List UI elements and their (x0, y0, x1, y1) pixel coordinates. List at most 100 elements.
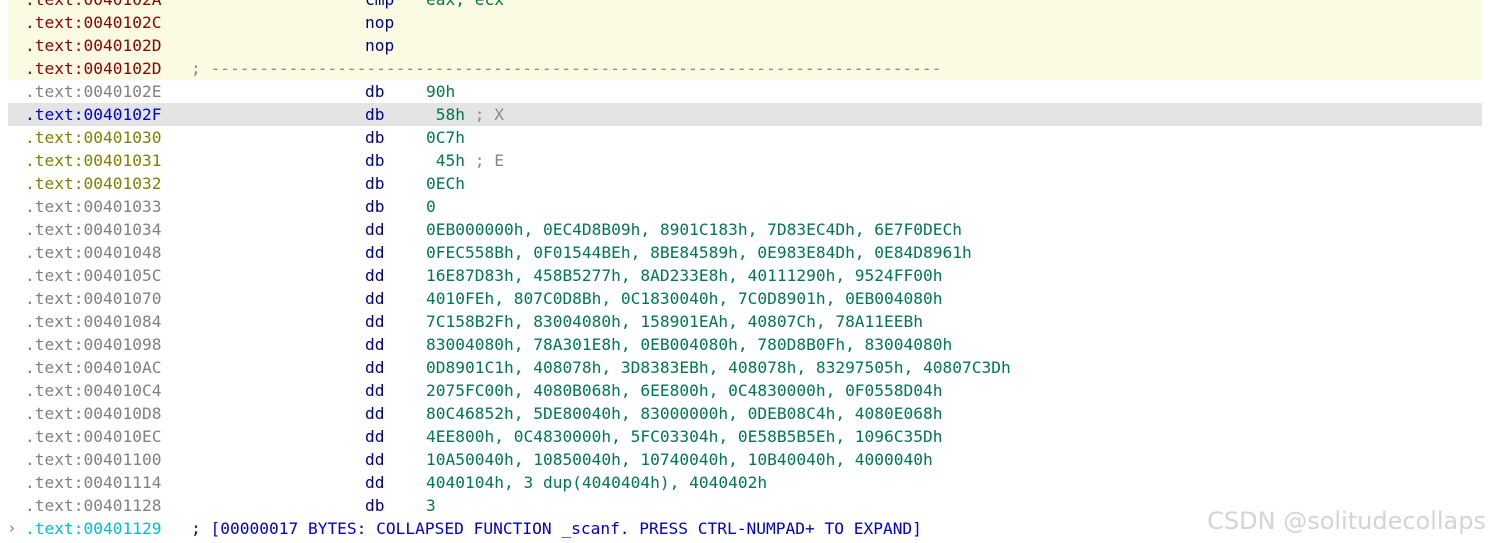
operands[interactable]: 4040104h, 3 dup(4040404h), 4040402h (426, 471, 767, 494)
line-address[interactable]: .text:004010C4 (25, 379, 161, 402)
line-address[interactable]: .text:00401030 (25, 126, 161, 149)
disassembly-view[interactable]: .text:0040102A cmp eax, ecx .text:0040102C n… (0, 0, 1490, 543)
mnemonic[interactable]: db (365, 494, 385, 517)
line-address[interactable]: .text:00401098 (25, 333, 161, 356)
line-address[interactable]: .text:0040102D (25, 57, 161, 80)
operand-value[interactable]: 80C46852h, 5DE80040h, 83000000h, 0DEB08C… (426, 404, 943, 423)
operands[interactable]: 3 (426, 494, 436, 517)
operands[interactable]: 4010FEh, 807C0D8Bh, 0C1830040h, 7C0D8901… (426, 287, 943, 310)
mnemonic[interactable]: db (365, 126, 385, 149)
mnemonic[interactable]: dd (365, 448, 385, 471)
disasm-line[interactable]: .text:0040105C dd 16E87D83h, 458B5277h, 8A… (8, 264, 1482, 287)
line-address[interactable]: .text:00401048 (25, 241, 161, 264)
mnemonic[interactable]: cmp (365, 0, 394, 11)
line-address[interactable]: .text:004010EC (25, 425, 161, 448)
line-address[interactable]: .text:0040105C (25, 264, 161, 287)
mnemonic[interactable]: dd (365, 333, 385, 356)
mnemonic[interactable]: dd (365, 218, 385, 241)
line-address[interactable]: .text:0040102D (25, 34, 161, 57)
disasm-line[interactable]: .text:00401114 dd 4040104h, 3 dup(4040404h… (8, 471, 1482, 494)
disasm-line[interactable]: .text:0040102F db 58h ; X (8, 103, 1482, 126)
disasm-line[interactable]: .text:0040102C nop (8, 11, 1482, 34)
operand-value[interactable]: 58h (426, 105, 465, 124)
mnemonic[interactable]: dd (365, 425, 385, 448)
operands[interactable]: 0ECh (426, 172, 465, 195)
line-address[interactable]: .text:004010AC (25, 356, 161, 379)
disasm-line[interactable]: .text:00401032 db 0ECh (8, 172, 1482, 195)
operand-value[interactable]: 0D8901C1h, 408078h, 3D8383EBh, 408078h, … (426, 358, 1011, 377)
operands[interactable]: eax, ecx (426, 0, 504, 11)
operands[interactable]: 90h (426, 80, 455, 103)
operand-value[interactable]: 2075FC00h, 4080B068h, 6EE800h, 0C4830000… (426, 381, 943, 400)
mnemonic[interactable]: dd (365, 356, 385, 379)
disasm-line[interactable]: .text:004010C4 dd 2075FC00h, 4080B068h, 6E… (8, 379, 1482, 402)
mnemonic[interactable]: dd (365, 402, 385, 425)
mnemonic[interactable]: dd (365, 264, 385, 287)
line-address[interactable]: .text:00401129 (25, 517, 161, 540)
disasm-line[interactable]: .text:00401048 dd 0FEC558Bh, 0F01544BEh, 8… (8, 241, 1482, 264)
disasm-line[interactable]: .text:00401030 db 0C7h (8, 126, 1482, 149)
line-address[interactable]: .text:004010D8 (25, 402, 161, 425)
disasm-line[interactable]: .text:004010AC dd 0D8901C1h, 408078h, 3D83… (8, 356, 1482, 379)
operands[interactable]: 80C46852h, 5DE80040h, 83000000h, 0DEB08C… (426, 402, 943, 425)
line-address[interactable]: .text:00401084 (25, 310, 161, 333)
operand-value[interactable]: 10A50040h, 10850040h, 10740040h, 10B4004… (426, 450, 933, 469)
mnemonic[interactable]: db (365, 80, 385, 103)
operands[interactable]: 0EB000000h, 0EC4D8B09h, 8901C183h, 7D83E… (426, 218, 962, 241)
mnemonic[interactable]: dd (365, 310, 385, 333)
operand-value[interactable]: 4040104h, 3 dup(4040404h), 4040402h (426, 473, 767, 492)
operand-value[interactable]: 0ECh (426, 174, 465, 193)
operands[interactable]: 10A50040h, 10850040h, 10740040h, 10B4004… (426, 448, 933, 471)
mnemonic[interactable]: db (365, 103, 385, 126)
line-address[interactable]: .text:00401032 (25, 172, 161, 195)
operands[interactable]: 0 (426, 195, 436, 218)
expand-arrow-icon[interactable]: › (9, 517, 15, 540)
operands[interactable]: 4EE800h, 0C4830000h, 5FC03304h, 0E58B5B5… (426, 425, 943, 448)
line-address[interactable]: .text:0040102E (25, 80, 161, 103)
mnemonic[interactable]: db (365, 149, 385, 172)
line-address[interactable]: .text:00401128 (25, 494, 161, 517)
operands[interactable]: 0D8901C1h, 408078h, 3D8383EBh, 408078h, … (426, 356, 1011, 379)
operand-value[interactable]: 45h (426, 151, 465, 170)
disasm-line[interactable]: .text:00401084 dd 7C158B2Fh, 83004080h, 15… (8, 310, 1482, 333)
operand-value[interactable]: 90h (426, 82, 455, 101)
line-address[interactable]: .text:0040102A (25, 0, 161, 11)
line-address[interactable]: .text:00401034 (25, 218, 161, 241)
line-address[interactable]: .text:00401114 (25, 471, 161, 494)
disasm-line[interactable]: .text:00401070 dd 4010FEh, 807C0D8Bh, 0C18… (8, 287, 1482, 310)
operands[interactable]: 0C7h (426, 126, 465, 149)
operand-value[interactable]: 0C7h (426, 128, 465, 147)
mnemonic[interactable]: dd (365, 379, 385, 402)
operands[interactable]: 2075FC00h, 4080B068h, 6EE800h, 0C4830000… (426, 379, 943, 402)
operand-value[interactable]: 4EE800h, 0C4830000h, 5FC03304h, 0E58B5B5… (426, 427, 943, 446)
operands[interactable]: 0FEC558Bh, 0F01544BEh, 8BE84589h, 0E983E… (426, 241, 972, 264)
disasm-line[interactable]: .text:004010EC dd 4EE800h, 0C4830000h, 5FC… (8, 425, 1482, 448)
mnemonic[interactable]: db (365, 172, 385, 195)
disasm-line[interactable]: .text:00401100 dd 10A50040h, 10850040h, 10… (8, 448, 1482, 471)
disasm-line[interactable]: .text:004010D8 dd 80C46852h, 5DE80040h, 83… (8, 402, 1482, 425)
mnemonic[interactable]: dd (365, 241, 385, 264)
operands[interactable]: 16E87D83h, 458B5277h, 8AD233E8h, 4011129… (426, 264, 943, 287)
operand-value[interactable]: eax, ecx (426, 0, 504, 9)
mnemonic[interactable]: nop (365, 34, 394, 57)
collapsed-function-text[interactable]: ; [00000017 BYTES: COLLAPSED FUNCTION _s… (191, 517, 922, 540)
operand-value[interactable]: 0FEC558Bh, 0F01544BEh, 8BE84589h, 0E983E… (426, 243, 972, 262)
operands[interactable]: 45h ; E (426, 149, 504, 172)
disasm-line[interactable]: .text:00401098 dd 83004080h, 78A301E8h, 0E… (8, 333, 1482, 356)
line-address[interactable]: .text:00401100 (25, 448, 161, 471)
mnemonic[interactable]: dd (365, 471, 385, 494)
line-address[interactable]: .text:0040102C (25, 11, 161, 34)
disasm-line[interactable]: .text:00401033 db 0 (8, 195, 1482, 218)
operand-value[interactable]: 16E87D83h, 458B5277h, 8AD233E8h, 4011129… (426, 266, 943, 285)
operands[interactable]: 7C158B2Fh, 83004080h, 158901EAh, 40807Ch… (426, 310, 923, 333)
operand-value[interactable]: 83004080h, 78A301E8h, 0EB004080h, 780D8B… (426, 335, 952, 354)
disasm-line[interactable]: .text:00401034 dd 0EB000000h, 0EC4D8B09h, … (8, 218, 1482, 241)
mnemonic[interactable]: db (365, 195, 385, 218)
operand-value[interactable]: 0 (426, 197, 436, 216)
operand-value[interactable]: 0EB000000h, 0EC4D8B09h, 8901C183h, 7D83E… (426, 220, 962, 239)
operands[interactable]: 58h ; X (426, 103, 504, 126)
operand-value[interactable]: 4010FEh, 807C0D8Bh, 0C1830040h, 7C0D8901… (426, 289, 943, 308)
line-address[interactable]: .text:0040102F (25, 103, 161, 126)
mnemonic[interactable]: dd (365, 287, 385, 310)
line-address[interactable]: .text:00401031 (25, 149, 161, 172)
